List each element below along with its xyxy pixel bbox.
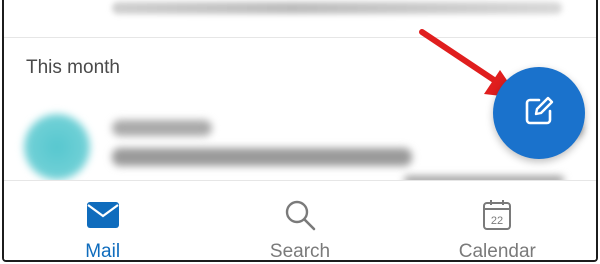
blurred-previous-message (112, 2, 562, 14)
tab-calendar[interactable]: 22 Calendar (399, 181, 596, 262)
tab-search-label: Search (269, 241, 331, 262)
tab-calendar-label: Calendar (458, 241, 536, 262)
calendar-icon: 22 (479, 197, 515, 233)
bottom-tab-bar: Mail Search 22 Calendar (4, 180, 596, 262)
calendar-day-number: 22 (491, 215, 503, 227)
tab-mail-label: Mail (85, 241, 121, 262)
app-screen: This month Mail Search 22 Calendar (2, 0, 598, 262)
sender-avatar (24, 114, 90, 180)
mail-icon (85, 197, 121, 233)
blurred-sender-name (112, 120, 212, 136)
search-icon (282, 197, 318, 233)
tab-mail[interactable]: Mail (4, 181, 201, 262)
compose-button[interactable] (493, 67, 585, 159)
compose-icon (522, 94, 556, 133)
blurred-subject (112, 148, 412, 166)
section-heading: This month (26, 57, 120, 78)
tab-search[interactable]: Search (201, 181, 398, 262)
